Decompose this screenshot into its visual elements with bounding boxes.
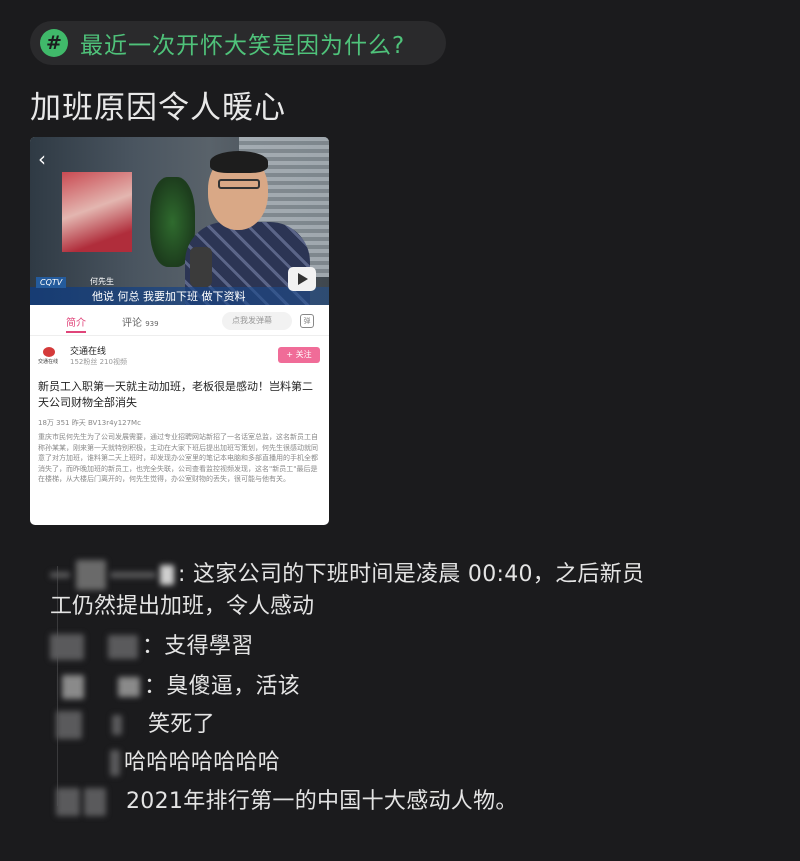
comment-text: : 这家公司的下班时间是凌晨 00:40，之后新员 bbox=[178, 562, 645, 587]
speaker-name: 何先生 bbox=[90, 277, 114, 286]
blurred-username bbox=[50, 634, 84, 660]
comment-item[interactable]: : 这家公司的下班时间是凌晨 00:40，之后新员 bbox=[50, 556, 644, 590]
comment-item[interactable]: 笑死了 bbox=[56, 706, 215, 739]
station-logo: CQTV bbox=[36, 277, 67, 288]
video-description: 重庆市民何先生为了公司发展需要，通过专业招聘网站新招了一名话室总监，这名新员工自… bbox=[38, 433, 318, 483]
blurred-username bbox=[50, 572, 70, 578]
blurred-username bbox=[56, 711, 82, 739]
topic-tag[interactable]: # 最近一次开怀大笑是因为什么? bbox=[30, 21, 446, 65]
tv-play-icon bbox=[288, 267, 316, 291]
danmaku-input: 点我发弹幕 bbox=[222, 312, 292, 330]
post-title: 加班原因令人暖心 bbox=[30, 90, 286, 126]
comment-text: 笑死了 bbox=[148, 712, 215, 737]
uploader-avatar: 交通在线 bbox=[38, 345, 60, 367]
video-screenshot-image[interactable]: ‹ CQTV 何先生 他说 何总 我要加下班 做下资料 简介 评论 939 点我… bbox=[30, 137, 329, 525]
danmaku-toggle-icon: 弹 bbox=[300, 314, 314, 328]
blurred-username bbox=[62, 675, 84, 699]
comment-text: ：支得學習 bbox=[142, 634, 254, 659]
comment-text-continued: 工仍然提出加班，令人感动 bbox=[50, 594, 315, 619]
comment-item[interactable]: 2021年排行第一的中国十大感动人物。 bbox=[56, 783, 518, 816]
comment-item[interactable]: ：支得學習 bbox=[50, 628, 254, 660]
comment-item[interactable]: 哈哈哈哈哈哈哈 bbox=[110, 744, 280, 776]
video-meta: 18万 351 昨天 BV13r4y127Mc bbox=[38, 419, 141, 427]
comment-text: 哈哈哈哈哈哈哈 bbox=[124, 750, 281, 775]
hash-icon: # bbox=[40, 29, 68, 57]
chevron-left-icon: ‹ bbox=[38, 147, 46, 171]
video-tabs: 简介 评论 939 点我发弹幕 弹 bbox=[30, 309, 329, 336]
comment-text: ：臭傻逼，活该 bbox=[144, 674, 301, 699]
follow-button: + 关注 bbox=[278, 347, 320, 363]
blurred-username bbox=[56, 788, 80, 816]
video-caption: 他说 何总 我要加下班 做下资料 bbox=[92, 290, 246, 303]
comment-item[interactable]: ：臭傻逼，活该 bbox=[62, 668, 300, 700]
blurred-username bbox=[110, 750, 120, 776]
video-title: 新员工入职第一天就主动加班，老板很是感动！岂料第二天公司财物全部消失 bbox=[38, 380, 313, 409]
tab-comments: 评论 939 bbox=[122, 318, 159, 329]
uploader-stats: 152粉丝 210视频 bbox=[70, 358, 127, 366]
video-frame: ‹ CQTV 何先生 他说 何总 我要加下班 做下资料 bbox=[30, 137, 329, 305]
tab-intro: 简介 bbox=[66, 318, 86, 329]
uploader-name: 交通在线 bbox=[70, 347, 107, 357]
comment-text: 2021年排行第一的中国十大感动人物。 bbox=[126, 789, 518, 814]
topic-text: 最近一次开怀大笑是因为什么? bbox=[80, 33, 406, 59]
